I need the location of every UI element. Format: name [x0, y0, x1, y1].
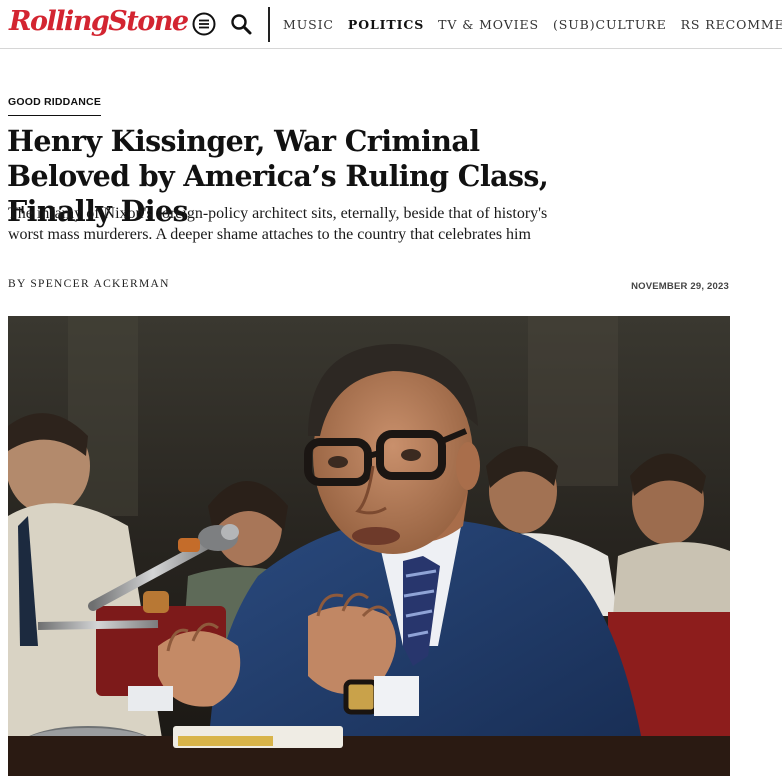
main-nav: MUSIC POLITICS TV & MOVIES (SUB)CULTURE … — [283, 0, 782, 48]
nav-item-tv-movies[interactable]: TV & MOVIES — [438, 17, 539, 32]
author-link[interactable]: SPENCER ACKERMAN — [30, 278, 169, 290]
byline-prefix: BY — [8, 278, 27, 290]
hero-photo — [8, 316, 730, 776]
hamburger-menu-icon[interactable] — [192, 12, 216, 36]
search-icon[interactable] — [229, 12, 253, 36]
nav-item-subculture[interactable]: (SUB)CULTURE — [553, 17, 667, 32]
article-dek: The infamy of Nixon's foreign-policy arc… — [8, 205, 548, 243]
site-header: RollingStone MUSIC POLITICS TV & MOVIES … — [0, 0, 782, 49]
nav-item-rs-recommends[interactable]: RS RECOMMENDS — [681, 17, 782, 32]
hero-photo-illustration — [8, 316, 730, 776]
nav-item-music[interactable]: MUSIC — [283, 17, 334, 32]
nav-item-politics[interactable]: POLITICS — [348, 17, 424, 32]
article-byline: BY SPENCER ACKERMAN — [8, 278, 170, 290]
rolling-stone-logo[interactable]: RollingStone — [9, 4, 189, 40]
article-kicker[interactable]: GOOD RIDDANCE — [8, 96, 102, 116]
publish-date: NOVEMBER 29, 2023 — [631, 281, 729, 292]
header-divider — [268, 7, 270, 42]
